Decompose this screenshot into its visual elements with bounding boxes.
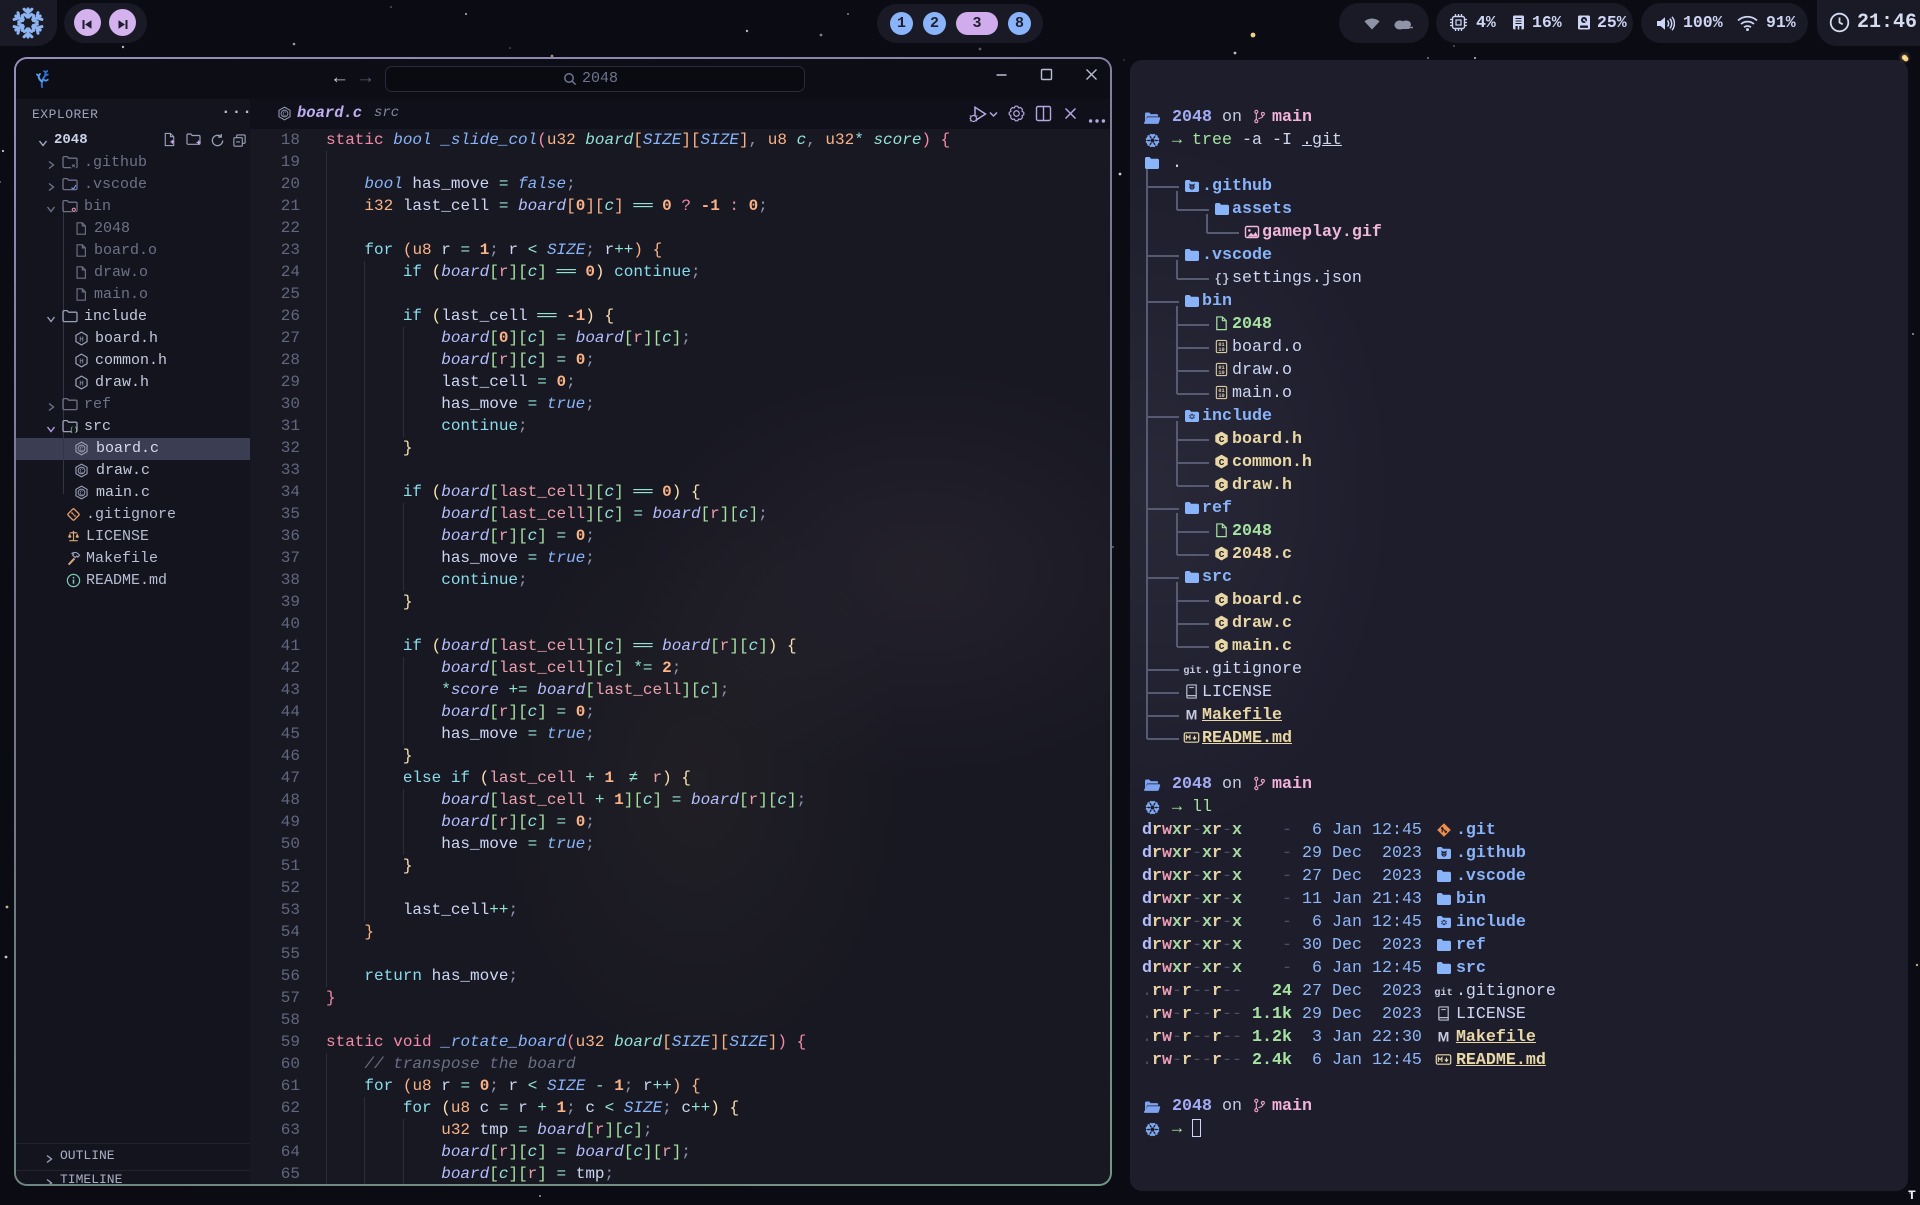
svg-text:C: C [1219,618,1225,629]
svg-text:H: H [79,380,84,388]
svg-text:C: C [80,468,84,475]
svg-text:C: C [80,490,84,497]
svg-text:M: M [1186,707,1198,722]
svg-text:M: M [1438,1029,1450,1044]
svg-text:C: C [1219,641,1225,652]
svg-text:H: H [79,358,84,366]
svg-text:C: C [1219,434,1225,445]
svg-text:C: C [80,446,84,453]
svg-text:{}: {} [1214,273,1229,287]
svg-text:git: git [1435,987,1454,998]
svg-text:C: C [283,111,287,118]
svg-text:(): () [70,427,78,433]
svg-text:C: C [1219,595,1225,606]
svg-text:10: 10 [1219,393,1225,399]
svg-text:H: H [79,336,84,344]
svg-text:10: 10 [1219,370,1225,376]
svg-text:git: git [1183,665,1202,676]
svg-text:C: C [1219,457,1225,468]
svg-text:C: C [1219,549,1225,560]
svg-text:10: 10 [1219,347,1225,353]
svg-text:C: C [1219,480,1225,491]
